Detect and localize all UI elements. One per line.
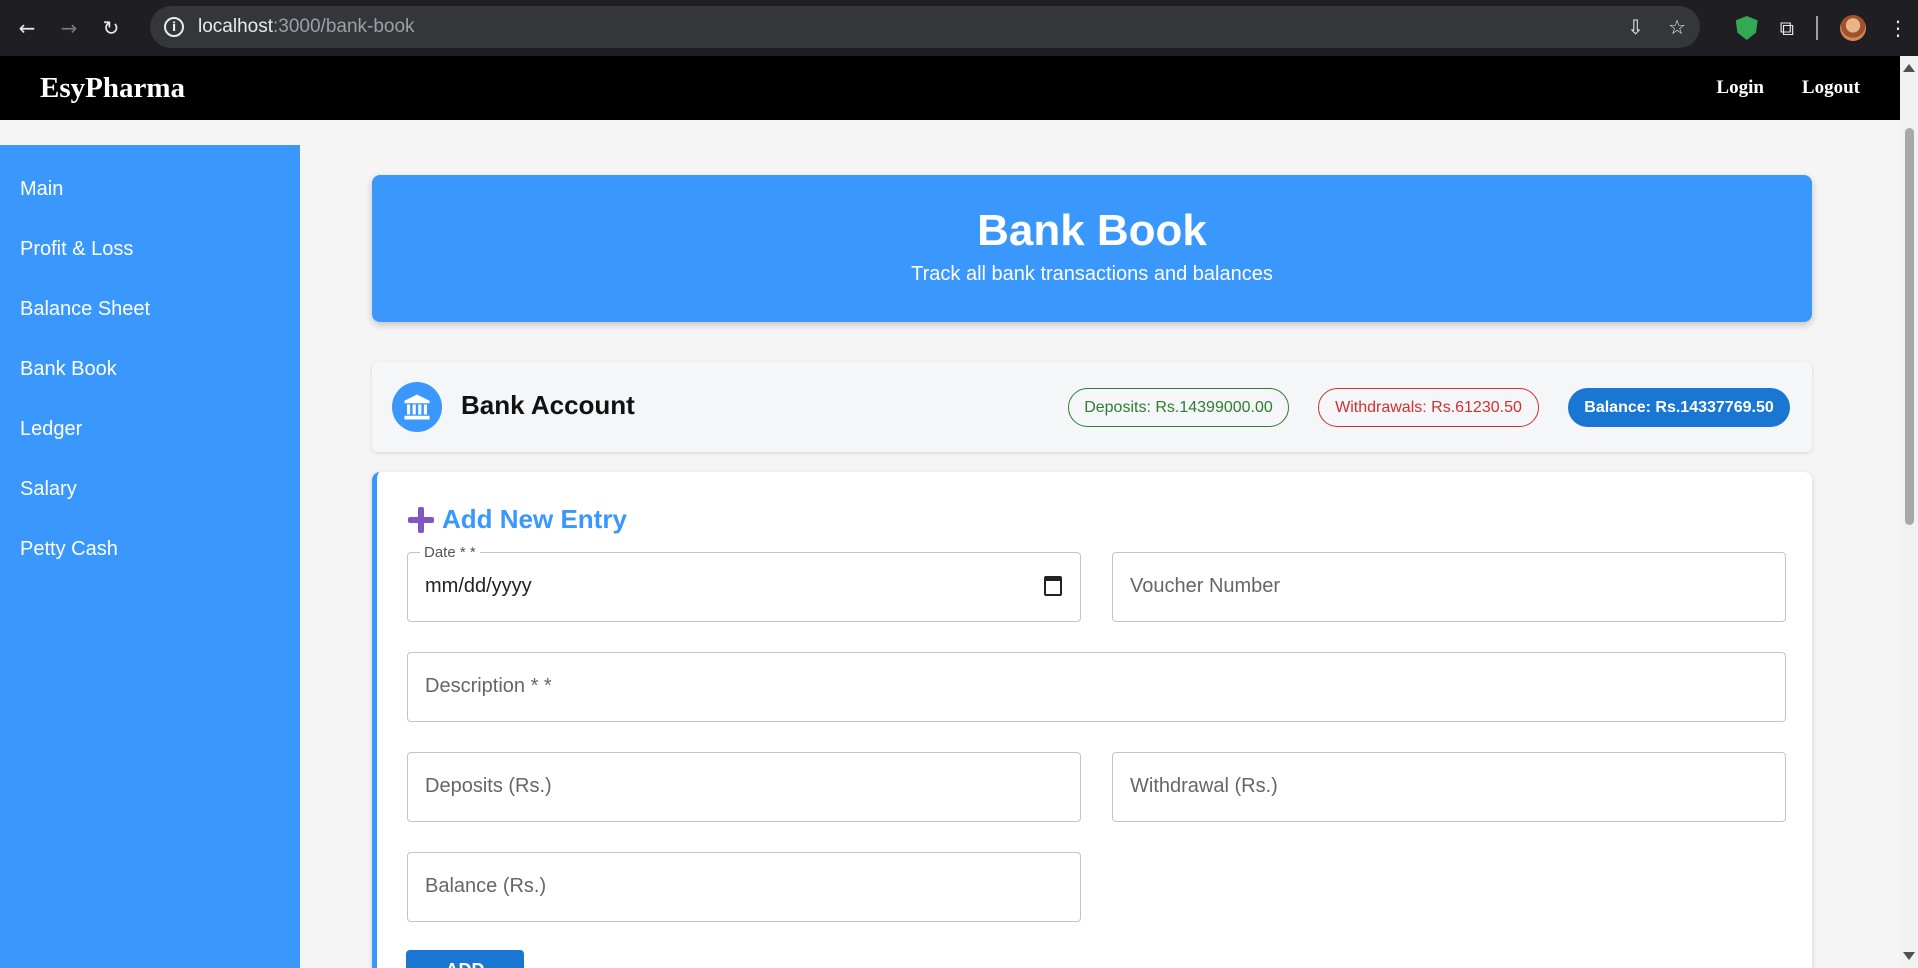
balance-chip: Balance: Rs.14337769.50 bbox=[1568, 388, 1790, 427]
add-button[interactable]: ADD bbox=[406, 950, 524, 968]
url-path: :3000/bank-book bbox=[273, 16, 415, 37]
brand-logo[interactable]: EsyPharma bbox=[40, 72, 185, 105]
account-title: Bank Account bbox=[461, 390, 635, 420]
page-header-banner: Bank Book Track all bank transactions an… bbox=[372, 175, 1812, 322]
date-label: Date * * bbox=[420, 544, 480, 561]
withdrawals-chip: Withdrawals: Rs.61230.50 bbox=[1318, 388, 1539, 427]
page-subtitle: Track all bank transactions and balances bbox=[911, 263, 1273, 285]
extensions-puzzle-icon[interactable]: ⧉ bbox=[1780, 16, 1794, 40]
sidebar-item-ledger[interactable]: Ledger bbox=[0, 409, 300, 469]
login-link[interactable]: Login bbox=[1716, 77, 1764, 99]
sidebar-item-bank-book[interactable]: Bank Book bbox=[0, 349, 300, 409]
deposits-chip: Deposits: Rs.14399000.00 bbox=[1068, 388, 1289, 427]
add-entry-form: Add New Entry Date * * mm/dd/yyyy Vouche… bbox=[372, 472, 1812, 968]
account-summary-bar: Bank Account Deposits: Rs.14399000.00 Wi… bbox=[372, 362, 1812, 452]
page-title: Bank Book bbox=[977, 206, 1207, 255]
bank-icon bbox=[392, 382, 442, 432]
scroll-thumb[interactable] bbox=[1905, 128, 1914, 525]
menu-kebab-icon[interactable]: ⋮ bbox=[1888, 16, 1908, 40]
date-value[interactable]: mm/dd/yyyy bbox=[425, 575, 532, 598]
withdrawal-placeholder: Withdrawal (Rs.) bbox=[1130, 775, 1278, 797]
url-host: localhost bbox=[198, 16, 273, 37]
address-bar[interactable]: i localhost:3000/bank-book ⇩ ☆ bbox=[150, 6, 1700, 48]
reload-icon[interactable]: ↻ bbox=[96, 13, 126, 43]
calendar-icon[interactable] bbox=[1044, 576, 1062, 596]
sidebar-item-profit-loss[interactable]: Profit & Loss bbox=[0, 229, 300, 289]
withdrawal-input[interactable]: Withdrawal (Rs.) bbox=[1112, 752, 1786, 822]
form-title: Add New Entry bbox=[408, 504, 627, 535]
profile-avatar[interactable] bbox=[1840, 15, 1866, 41]
balance-input[interactable]: Balance (Rs.) bbox=[407, 852, 1081, 922]
voucher-number-input[interactable]: Voucher Number bbox=[1112, 552, 1786, 622]
balance-placeholder: Balance (Rs.) bbox=[425, 875, 547, 897]
date-field[interactable]: Date * * mm/dd/yyyy bbox=[407, 544, 1081, 622]
description-placeholder: Description * * bbox=[425, 675, 552, 697]
form-title-text: Add New Entry bbox=[442, 504, 627, 534]
sidebar-item-petty-cash[interactable]: Petty Cash bbox=[0, 529, 300, 589]
deposits-input[interactable]: Deposits (Rs.) bbox=[407, 752, 1081, 822]
description-input[interactable]: Description * * bbox=[407, 652, 1786, 722]
forward-icon[interactable]: → bbox=[54, 13, 84, 43]
toolbar-divider bbox=[1816, 16, 1818, 40]
scroll-up-icon[interactable] bbox=[1903, 64, 1915, 72]
install-app-icon[interactable]: ⇩ bbox=[1627, 15, 1644, 39]
app-navbar: EsyPharma Login Logout bbox=[0, 56, 1900, 120]
voucher-number-placeholder: Voucher Number bbox=[1130, 575, 1281, 597]
logout-link[interactable]: Logout bbox=[1802, 77, 1860, 99]
extension-shield-icon[interactable] bbox=[1735, 16, 1758, 40]
site-info-icon[interactable]: i bbox=[164, 17, 184, 37]
page-scrollbar[interactable] bbox=[1900, 56, 1918, 968]
plus-icon bbox=[408, 506, 434, 533]
url-text[interactable]: localhost:3000/bank-book bbox=[198, 16, 415, 38]
scroll-down-icon[interactable] bbox=[1903, 952, 1915, 960]
deposits-placeholder: Deposits (Rs.) bbox=[425, 775, 552, 797]
browser-toolbar: ← → ↻ i localhost:3000/bank-book ⇩ ☆ ⧉ ⋮ bbox=[0, 0, 1918, 56]
sidebar-item-balance-sheet[interactable]: Balance Sheet bbox=[0, 289, 300, 349]
sidebar: Main Profit & Loss Balance Sheet Bank Bo… bbox=[0, 145, 300, 968]
back-icon[interactable]: ← bbox=[12, 13, 42, 43]
sidebar-item-salary[interactable]: Salary bbox=[0, 469, 300, 529]
sidebar-item-main[interactable]: Main bbox=[0, 169, 300, 229]
bookmark-star-icon[interactable]: ☆ bbox=[1668, 15, 1686, 39]
